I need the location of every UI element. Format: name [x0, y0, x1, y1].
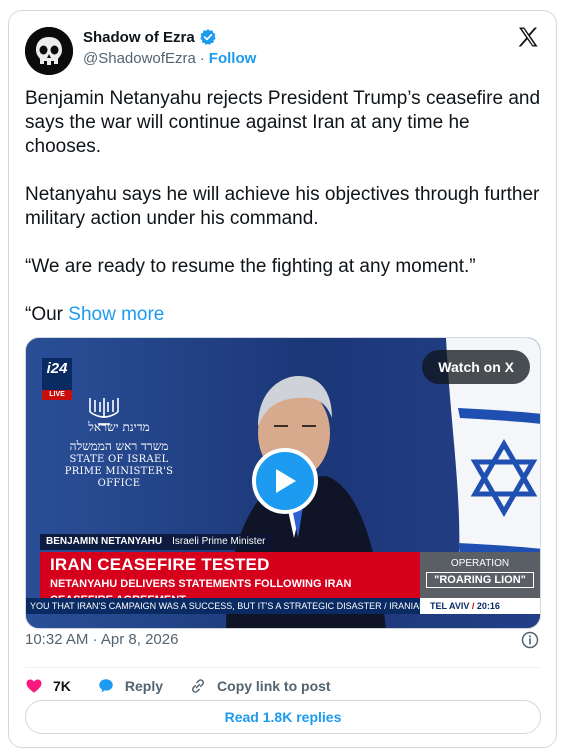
news-headline: IRAN CEASEFIRE TESTED: [50, 555, 270, 574]
gov-hebrew-line: מדינת ישראל: [88, 420, 150, 434]
copy-link-label: Copy link to post: [217, 678, 331, 694]
speaker-lower-third: BENJAMIN NETANYAHU Israeli Prime Ministe…: [40, 534, 272, 550]
copy-link-button[interactable]: Copy link to post: [189, 677, 331, 695]
channel-logo-text: i24: [46, 360, 68, 377]
play-icon: [276, 469, 296, 493]
operation-box: OPERATION "ROARING LION": [420, 552, 540, 598]
tweet-text: Benjamin Netanyahu rejects President Tru…: [25, 87, 545, 351]
like-count: 7K: [53, 678, 71, 694]
author-avatar[interactable]: [25, 27, 73, 75]
show-more-link[interactable]: Show more: [68, 304, 164, 325]
speaker-name: BENJAMIN NETANYAHU: [46, 536, 163, 547]
tweet-paragraph: “We are ready to resume the fighting at …: [25, 256, 476, 277]
handle-separator: ·: [199, 50, 205, 67]
heart-icon: [26, 679, 42, 693]
play-button[interactable]: [252, 448, 318, 514]
link-icon: [191, 679, 205, 693]
verified-badge-icon: [200, 29, 216, 46]
post-timestamp[interactable]: 10:32 AM · Apr 8, 2026: [25, 631, 178, 648]
skull-avatar-icon: [25, 27, 73, 75]
author-name[interactable]: Shadow of Ezra: [83, 29, 195, 46]
speaker-title: Israeli Prime Minister: [172, 536, 266, 547]
action-bar: 7K Reply Copy link to post: [25, 671, 357, 701]
info-icon[interactable]: [521, 631, 539, 649]
tweet-paragraph-start: “Our: [25, 304, 69, 325]
operation-name: "ROARING LION": [426, 572, 534, 588]
author-handle-row: @ShadowofEzra · Follow: [83, 50, 256, 67]
reply-button[interactable]: Reply: [97, 677, 163, 695]
author-handle[interactable]: @ShadowofEzra: [83, 50, 196, 67]
video-player[interactable]: i24 LIVE מדינת ישראל משרד ראש הממשלה STA…: [25, 337, 541, 629]
x-logo-icon[interactable]: [516, 25, 540, 49]
government-emblem-text: מדינת ישראל משרד ראש הממשלה STATE OF ISR…: [44, 386, 194, 490]
like-button[interactable]: 7K: [25, 677, 71, 695]
read-replies-button[interactable]: Read 1.8K replies: [25, 700, 541, 734]
ticker-location: TEL AVIV: [430, 601, 470, 611]
ticker-time: 20:16: [476, 601, 500, 611]
operation-label: OPERATION: [450, 558, 510, 569]
watch-on-x-button[interactable]: Watch on X: [422, 350, 530, 384]
tweet-card: Shadow of Ezra @ShadowofEzra · Follow Be…: [8, 10, 557, 748]
reply-label: Reply: [124, 678, 164, 694]
reply-bubble-icon: [99, 679, 113, 693]
ticker-location-time: TEL AVIV / 20:16: [420, 598, 540, 614]
tweet-paragraph-truncated: “Our Show more: [25, 303, 545, 327]
gov-hebrew-line: משרד ראש הממשלה: [69, 439, 169, 453]
tweet-paragraph: Benjamin Netanyahu rejects President Tru…: [25, 88, 541, 157]
gov-english-line: PRIME MINISTER'S OFFICE: [64, 466, 174, 489]
follow-button[interactable]: Follow: [209, 50, 257, 67]
gov-english-line: STATE OF ISRAEL: [69, 454, 169, 465]
news-headline-bar: IRAN CEASEFIRE TESTED NETANYAHU DELIVERS…: [40, 552, 420, 606]
author-name-row: Shadow of Ezra: [83, 28, 217, 46]
tweet-paragraph: Netanyahu says he will achieve his objec…: [25, 184, 540, 229]
divider: [25, 667, 541, 668]
